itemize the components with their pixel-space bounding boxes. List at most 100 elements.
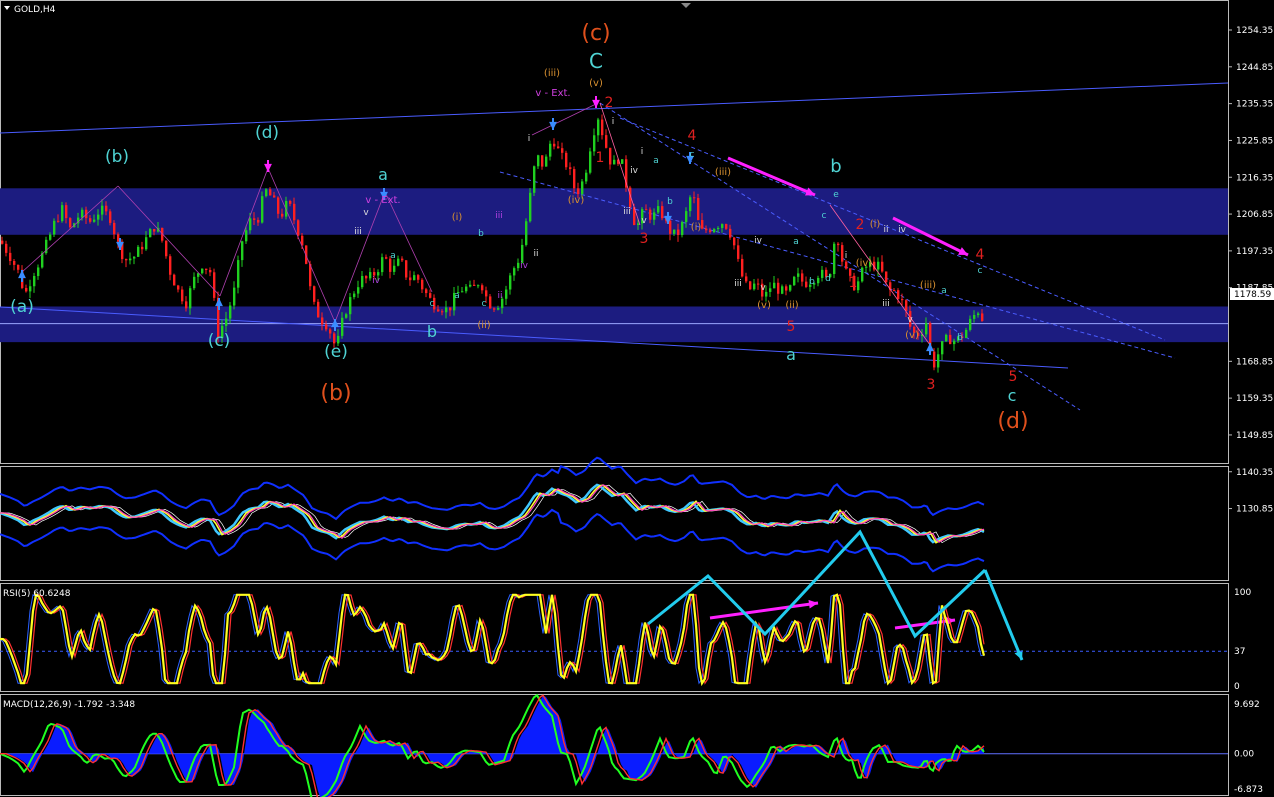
candle-body	[977, 313, 980, 316]
candle-body	[537, 155, 540, 167]
small-wave-label-32: a	[941, 286, 947, 296]
candle-body	[573, 169, 576, 189]
small-wave-label-27: d	[825, 274, 831, 284]
candle-body	[545, 156, 548, 167]
candle-body	[749, 281, 752, 290]
candle-body	[513, 268, 516, 276]
candle-body	[369, 272, 372, 279]
orange-wave-label-1: (b)	[320, 381, 351, 406]
small-wave-label-24: a	[793, 237, 799, 247]
candle-body	[773, 282, 776, 289]
candle-body	[345, 314, 348, 318]
candle-body	[421, 279, 424, 290]
candle-body	[325, 324, 328, 330]
supply-demand-zones	[0, 188, 1228, 343]
candle-body	[53, 220, 56, 235]
red-wave-label-9: 5	[1009, 369, 1018, 385]
candle-body	[469, 284, 472, 287]
trading-chart[interactable]: (a) (b) (c) (d) (e) a b Cb a c (c) (b) (d) 2 1 3 4 5 2 1 4 3 5…	[0, 0, 1274, 797]
price-tick-label: 1159.35	[1236, 394, 1273, 404]
candle-body	[193, 276, 196, 289]
candle-body	[41, 253, 44, 268]
cyan-wave-label-6: b	[427, 322, 437, 341]
gold-wave-label-4: (ii)	[477, 320, 490, 331]
small-wave-label-9: c	[482, 299, 487, 309]
candle-body	[801, 273, 804, 282]
candle-body	[293, 203, 296, 221]
pivot-arrow-1-head	[215, 298, 223, 307]
candle-body	[933, 351, 936, 368]
small-wave-label-5: a	[390, 251, 396, 261]
candle-body	[609, 147, 612, 165]
price-tick-label: 1168.85	[1236, 357, 1273, 367]
symbol-dropdown-icon[interactable]	[4, 6, 10, 10]
small-wave-label-10: ii	[497, 291, 502, 301]
cyan-wave-label-8: b	[830, 156, 841, 177]
small-wave-label-13: i	[612, 117, 615, 127]
candle-body	[925, 323, 928, 335]
candle-body	[677, 229, 680, 236]
candle-body	[317, 301, 320, 318]
red-wave-label-8: 3	[927, 377, 936, 393]
candle-body	[561, 148, 564, 153]
candle-body	[229, 305, 232, 319]
small-wave-label-16: b	[667, 197, 673, 207]
candle-body	[901, 299, 904, 301]
candle-body	[89, 218, 92, 222]
price-tick-label: 1216.35	[1236, 173, 1273, 183]
candle-body	[97, 214, 100, 220]
candle-body	[645, 209, 648, 211]
candle-body	[525, 221, 528, 245]
candle-body	[205, 268, 208, 271]
candle-body	[973, 315, 976, 319]
candle-body	[425, 289, 428, 294]
candle-body	[565, 152, 568, 168]
candle-body	[397, 258, 400, 266]
small-wave-label-29: iii	[882, 299, 890, 309]
candle-body	[553, 143, 556, 147]
candle-body	[725, 224, 728, 229]
candle-body	[105, 205, 108, 212]
candle-body	[365, 275, 368, 279]
candle-body	[505, 289, 508, 299]
macd-panel: 9.692 0.00 -6.873	[0, 693, 1263, 797]
red-wave-label-5: 2	[856, 217, 865, 233]
macd-tick-label: 9.692	[1234, 700, 1260, 710]
candle-body	[417, 275, 420, 280]
candle-body	[277, 197, 280, 214]
candle-body	[173, 274, 176, 286]
candle-body	[585, 172, 588, 182]
candle-body	[461, 291, 464, 293]
candle-body	[429, 293, 432, 298]
red-wave-label-2: 3	[640, 231, 649, 247]
candle-body	[353, 293, 356, 298]
candle-body	[769, 288, 772, 292]
gold-wave-label-5: (i)	[691, 222, 702, 233]
candle-body	[945, 334, 948, 342]
small-wave-label-35: ii	[883, 225, 888, 235]
candle-body	[497, 308, 500, 310]
candle-body	[201, 268, 204, 274]
current-price-tag: 1178.59	[1230, 288, 1274, 300]
price-axis: 1254.35 1244.85 1235.35 1225.85 1216.35 1206.…	[1228, 26, 1273, 515]
candle-body	[793, 276, 796, 286]
candle-body	[269, 189, 272, 196]
price-tick-label: 1197.35	[1236, 247, 1273, 257]
candle-body	[149, 229, 152, 238]
candle-body	[61, 205, 64, 222]
candle-body	[1, 240, 4, 244]
candle-body	[777, 282, 780, 294]
candle-body	[893, 290, 896, 292]
gold-wave-label-6: (iii)	[715, 167, 731, 178]
macd-tick-label: -6.873	[1234, 785, 1263, 795]
candle-body	[101, 205, 104, 215]
price-tick-label: 1130.85	[1236, 505, 1273, 515]
candle-body	[485, 290, 488, 297]
candle-body	[361, 275, 364, 288]
pivot-arrow-3-head	[926, 343, 934, 352]
candle-body	[613, 159, 616, 165]
scroll-marker-icon[interactable]	[681, 3, 691, 8]
cyan-wave-label-7: C	[589, 49, 603, 73]
candle-body	[705, 228, 708, 231]
candle-body	[897, 290, 900, 300]
